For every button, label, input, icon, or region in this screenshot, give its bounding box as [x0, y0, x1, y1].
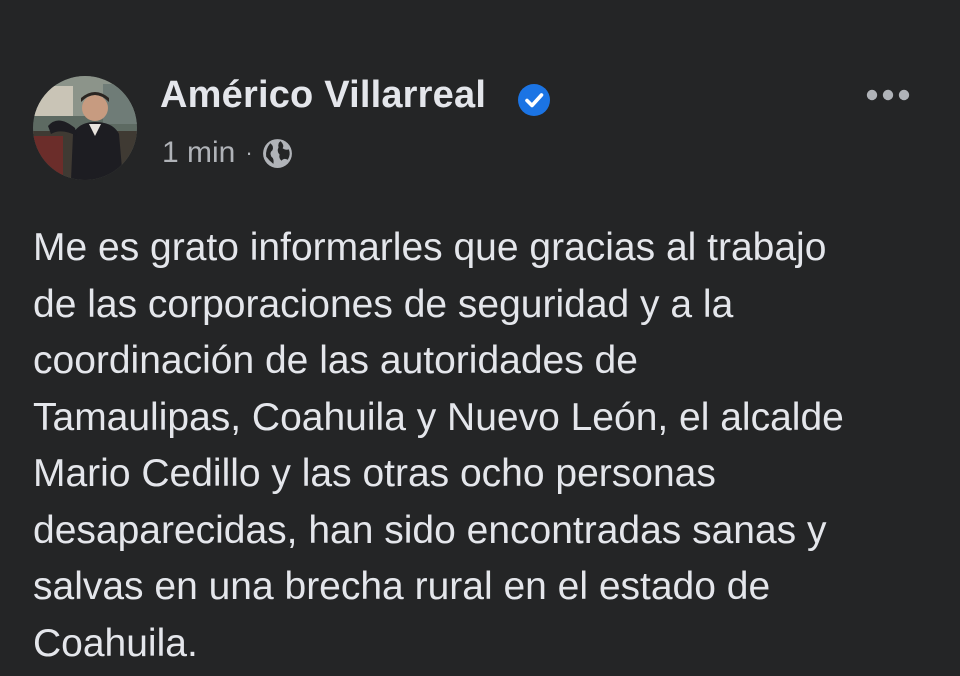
post-text-line: de las corporaciones de seguridad y a la: [33, 282, 734, 326]
more-options-icon[interactable]: [862, 80, 914, 110]
post-text-line: salvas en una brecha rural en el estado …: [33, 565, 771, 608]
post-text-line: Tamaulipas, Coahuila y Nuevo León, el al…: [33, 395, 844, 439]
post-timestamp[interactable]: 1 min: [162, 136, 235, 170]
post-card: Américo Villarreal 1 min · Me es grato i…: [0, 0, 960, 676]
meta-separator: ·: [245, 140, 253, 165]
post-text-line: coordinación de las autoridades de: [33, 339, 638, 382]
author-avatar[interactable]: [33, 76, 137, 180]
verified-badge-icon: [518, 84, 550, 116]
post-meta: 1 min ·: [162, 136, 294, 170]
post-text-line: desaparecidas, han sido encontradas sana…: [33, 508, 827, 552]
post-text-line: Coahuila.: [33, 621, 198, 665]
avatar-image: [33, 76, 137, 180]
post-text-line: Mario Cedillo y las otras ocho personas: [33, 452, 716, 495]
post-body: Me es grato informarles que gracias al t…: [33, 220, 933, 672]
post-text-line: Me es grato informarles que gracias al t…: [33, 226, 827, 269]
globe-icon: [262, 138, 292, 168]
author-name[interactable]: Américo Villarreal: [160, 74, 486, 117]
